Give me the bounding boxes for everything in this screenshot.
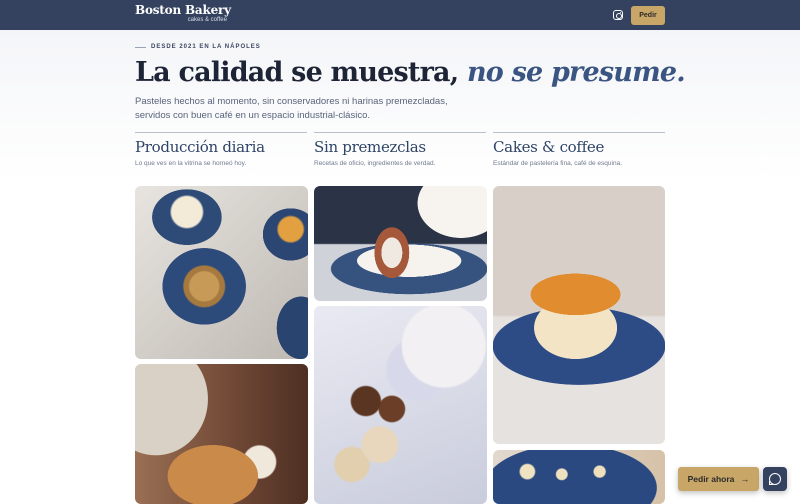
headline-main: La calidad se muestra, xyxy=(135,57,467,88)
feature-desc: Lo que ves en la vitrina se horneó hoy. xyxy=(135,160,247,167)
gallery-photo-tarts xyxy=(135,186,308,359)
feature-no-premix: Sin premezclas Recetas de oficio, ingred… xyxy=(314,132,486,167)
gallery-photo-caramel-cheesecake xyxy=(493,186,665,444)
hero-lede: Pasteles hechos al momento, sin conserva… xyxy=(135,96,448,121)
hero-eyebrow: DESDE 2021 EN LA NÁPOLES xyxy=(135,44,261,50)
feature-desc: Recetas de oficio, ingredientes de verda… xyxy=(314,160,436,167)
feature-desc: Estándar de pastelería fina, café de esq… xyxy=(493,160,623,167)
top-nav: Boston Bakery cakes & coffee Pedir xyxy=(0,0,800,30)
brand-tagline: cakes & coffee xyxy=(187,17,227,23)
gallery-photo-layer-cake xyxy=(135,364,308,504)
feature-title: Cakes & coffee xyxy=(493,138,605,156)
hero-headline: La calidad se muestra, no se presume. xyxy=(135,57,686,88)
floating-order-label: Pedir ahora xyxy=(687,474,735,484)
brand-name: Boston Bakery xyxy=(135,3,231,17)
whatsapp-icon[interactable] xyxy=(763,467,787,491)
gallery-photo-cake-slice xyxy=(314,186,487,301)
arrow-right-icon: → xyxy=(740,474,750,484)
feature-title: Producción diaria xyxy=(135,138,265,156)
brand-logo[interactable]: Boston Bakery cakes & coffee xyxy=(135,3,231,24)
eyebrow-text: DESDE 2021 EN LA NÁPOLES xyxy=(151,44,261,50)
order-button[interactable]: Pedir xyxy=(631,6,665,25)
headline-accent: no se presume. xyxy=(466,57,686,88)
floating-order-button[interactable]: Pedir ahora → xyxy=(678,467,759,491)
instagram-icon[interactable] xyxy=(613,10,623,20)
feature-title: Sin premezclas xyxy=(314,138,426,156)
gallery-photo-chocolate-clusters xyxy=(314,306,487,504)
feature-cakes-coffee: Cakes & coffee Estándar de pastelería fi… xyxy=(493,132,665,167)
eyebrow-rule xyxy=(135,46,146,48)
feature-daily-production: Producción diaria Lo que ves en la vitri… xyxy=(135,132,307,167)
gallery-photo-banana-plate xyxy=(493,450,665,504)
